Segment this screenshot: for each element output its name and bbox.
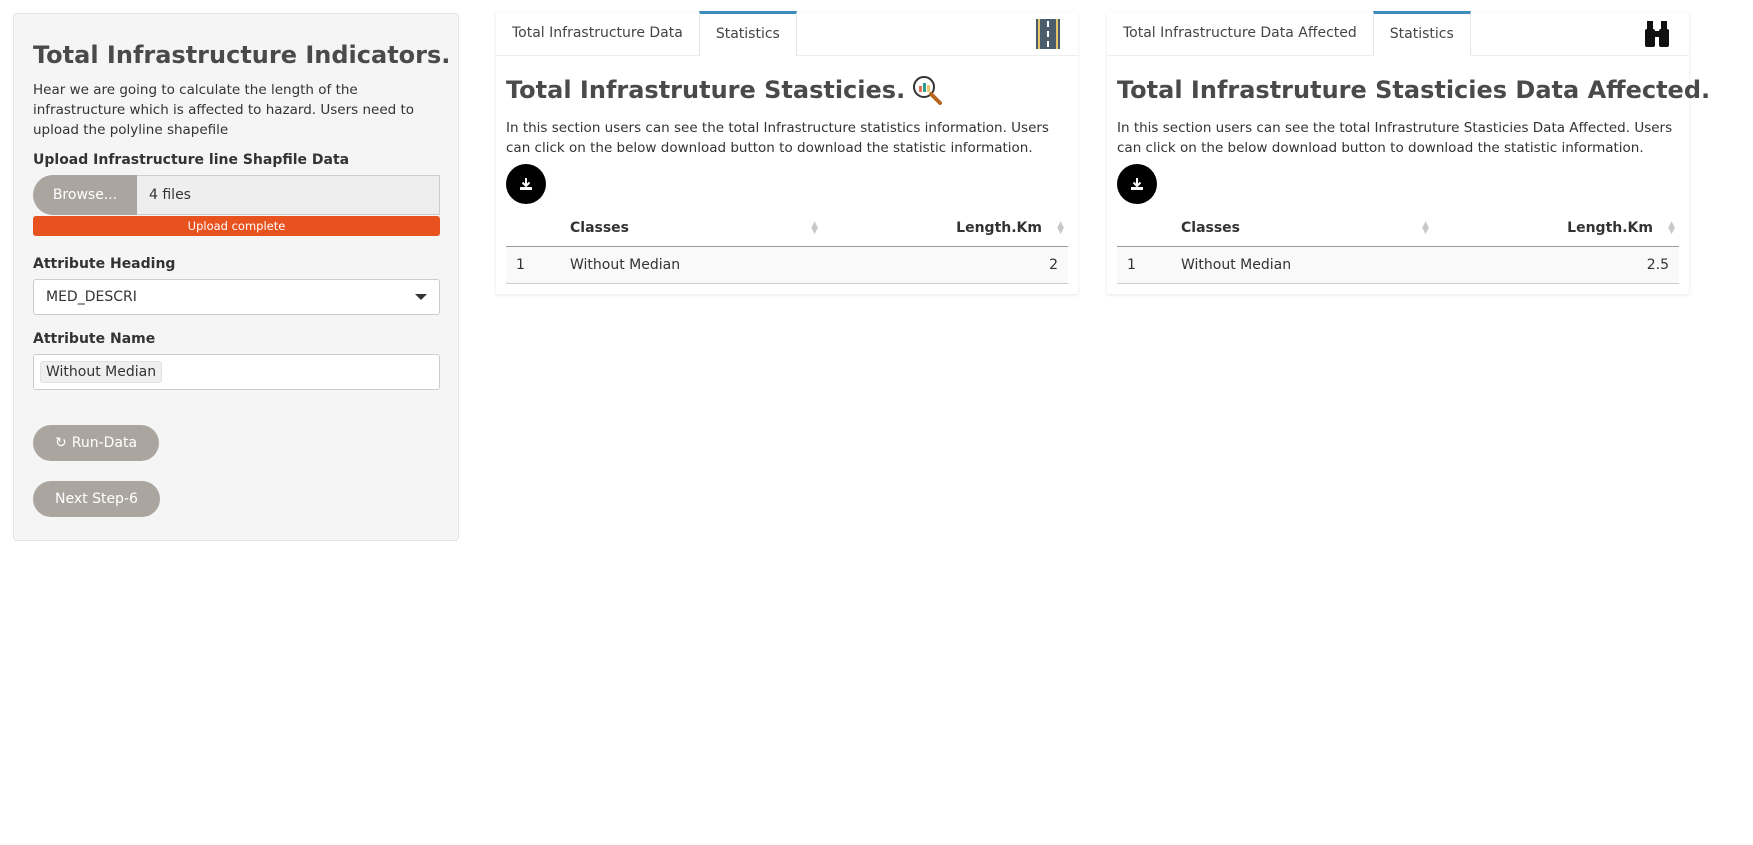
download-button[interactable] [506,164,546,204]
statistics-panel: Total Infrastructure Data Statistics Tot… [496,11,1078,294]
length-header[interactable]: Length.Km ▲ ▼ [1433,210,1679,247]
road-icon [1036,19,1060,53]
panel-description: In this section users can see the total … [1117,120,1673,156]
attribute-name-chip[interactable]: Without Median [40,361,163,383]
download-icon [1131,178,1143,190]
tab-bar: Total Infrastructure Data Affected Stati… [1107,11,1689,56]
sort-icon: ▲ ▼ [1057,220,1064,236]
chevron-down-icon [415,294,427,300]
index-header [1117,210,1171,247]
run-data-label: Run-Data [71,435,138,451]
panel-description: In this section users can see the total … [506,120,1049,156]
sidebar-description: Hear we are going to calculate the lengt… [33,82,415,138]
row-length: 2.5 [1433,246,1679,284]
tab-statistics[interactable]: Statistics [1372,11,1471,56]
file-upload: Browse... 4 files [33,175,440,215]
table-row: 1 Without Median 2 [506,246,1068,284]
attribute-heading-label: Attribute Heading [33,256,176,272]
sort-icon: ▲ ▼ [811,220,818,236]
panel-title-text: Total Infrastruture Stasticies. [506,76,906,104]
refresh-icon: ↻ [55,435,67,451]
table-row: 1 Without Median 2.5 [1117,246,1679,284]
sidebar-title: Total Infrastructure Indicators. [33,40,450,70]
binoculars-icon [1643,19,1671,53]
row-length: 2 [822,246,1068,284]
classes-header-label: Classes [1181,219,1241,236]
browse-button[interactable]: Browse... [33,175,137,215]
sidebar-title-text: Total Infrastructure Indicators. [33,41,451,69]
row-classes: Without Median [1171,246,1433,284]
run-data-button[interactable]: ↻ Run-Data [33,425,160,461]
row-classes: Without Median [560,246,822,284]
affected-statistics-panel: Total Infrastructure Data Affected Stati… [1107,11,1710,294]
download-button[interactable] [1117,164,1157,204]
statistics-table: Classes ▲ ▼ Length.Km ▲ ▼ 1 Without Median… [506,210,1068,284]
classes-header[interactable]: Classes ▲ ▼ [560,210,822,247]
tab-statistics[interactable]: Statistics [698,11,797,56]
file-name-field[interactable]: 4 files [137,175,440,215]
magnifier-chart-icon [913,76,943,105]
tab-total-infrastructure-data-affected[interactable]: Total Infrastructure Data Affected [1107,11,1373,55]
length-header-label: Length.Km [1567,219,1653,236]
download-icon [520,178,532,190]
panel-title: Total Infrastruture Stasticies. [506,74,1068,106]
sort-icon: ▲ ▼ [1422,220,1429,236]
next-step-button[interactable]: Next Step-6 [33,481,160,517]
length-header[interactable]: Length.Km ▲ ▼ [822,210,1068,247]
attribute-heading-select[interactable]: MED_DESCRI [33,279,440,315]
attribute-name-select[interactable]: Without Median [33,354,440,390]
row-index: 1 [506,246,560,284]
panel-title-text: Total Infrastruture Stasticies Data Affe… [1117,76,1711,104]
affected-statistics-table: Classes ▲ ▼ Length.Km ▲ ▼ 1 Without Median… [1117,210,1679,284]
tab-total-infrastructure-data[interactable]: Total Infrastructure Data [496,11,699,55]
classes-header-label: Classes [570,219,630,236]
attribute-name-label: Attribute Name [33,331,156,347]
upload-progress-bar: Upload complete [33,216,440,236]
length-header-label: Length.Km [956,219,1042,236]
sort-icon: ▲ ▼ [1668,220,1675,236]
upload-label: Upload Infrastructure line Shapfile Data [33,152,350,168]
sidebar-panel: Total Infrastructure Indicators. Hear we… [13,13,459,541]
panel-title: Total Infrastruture Stasticies Data Affe… [1117,74,1710,106]
tab-bar: Total Infrastructure Data Statistics [496,11,1078,56]
classes-header[interactable]: Classes ▲ ▼ [1171,210,1433,247]
attribute-heading-value: MED_DESCRI [46,289,137,305]
row-index: 1 [1117,246,1171,284]
index-header [506,210,560,247]
